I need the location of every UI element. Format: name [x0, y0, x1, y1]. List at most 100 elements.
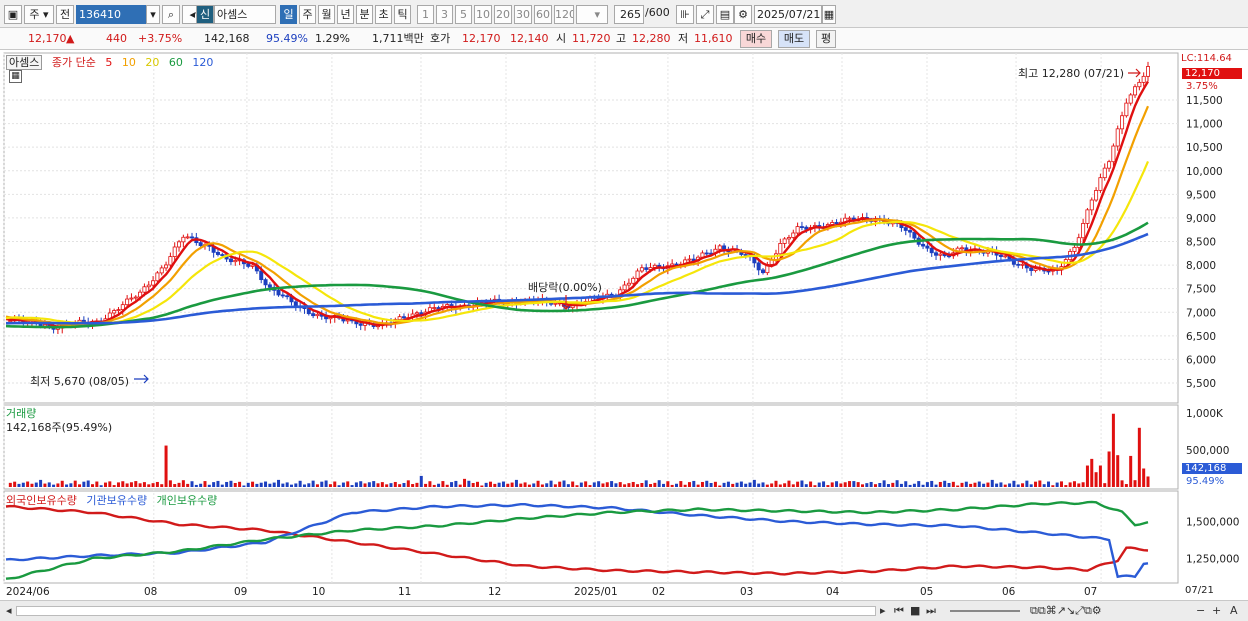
candle-body	[1003, 255, 1008, 258]
volume-bar	[726, 481, 730, 487]
sell-button[interactable]: 매도	[778, 30, 810, 48]
volume-bar	[281, 483, 285, 487]
volume-bar	[1107, 451, 1111, 487]
volume-bar	[17, 483, 21, 487]
zoom-out-icon[interactable]: −	[1196, 603, 1205, 619]
volume-bar	[770, 483, 774, 487]
volume-bar	[285, 482, 289, 487]
layout-icon[interactable]: ▣	[4, 5, 22, 24]
line-tool-icon[interactable]: ⤢	[696, 5, 714, 24]
ma60-label: 60	[168, 56, 183, 69]
scroll-right-icon[interactable]: ▸	[880, 603, 886, 619]
candle-body	[631, 277, 636, 284]
interval-30[interactable]: 30	[514, 5, 532, 24]
volume-bar	[739, 481, 743, 487]
open-label: 시	[556, 32, 567, 45]
date-input[interactable]: 2025/07/21	[754, 5, 822, 24]
volume-bar	[333, 481, 337, 487]
custom-interval-select[interactable]: ▾	[576, 5, 608, 24]
zoom-slider[interactable]	[950, 610, 1020, 612]
volume-bar	[501, 481, 505, 487]
candle-body	[414, 312, 419, 315]
stop-icon[interactable]: ■	[910, 603, 920, 619]
volume-bar	[787, 480, 791, 487]
period-month[interactable]: 월	[318, 5, 335, 24]
price-tick-label: 11,500	[1186, 95, 1223, 107]
volume-bar	[341, 482, 345, 487]
volume-bar	[696, 484, 700, 487]
candle-body	[644, 267, 649, 270]
candle-icon[interactable]: ⊪	[676, 5, 694, 24]
volume-bar	[277, 479, 281, 487]
period-year[interactable]: 년	[337, 5, 354, 24]
candle-body	[133, 296, 138, 299]
period-tick[interactable]: 틱	[394, 5, 411, 24]
save-icon[interactable]: ▤	[716, 5, 734, 24]
volume-bar	[389, 483, 393, 487]
volume-bar	[1124, 484, 1128, 487]
code-dropdown-icon[interactable]: ▾	[146, 5, 160, 24]
search-icon[interactable]: ⌕	[162, 5, 180, 24]
data-count-input[interactable]: 265	[614, 5, 644, 24]
zoom-in-icon[interactable]: +	[1212, 603, 1221, 619]
volume-bar	[597, 481, 601, 487]
settings-icon[interactable]: ⚙	[734, 5, 752, 24]
volume-bar	[757, 483, 761, 487]
volume-bar	[835, 481, 839, 487]
volume-bar	[761, 482, 765, 487]
period-minute[interactable]: 분	[356, 5, 373, 24]
volume-bar	[662, 483, 666, 487]
volume-bar	[986, 482, 990, 487]
stock-code-input[interactable]: 136410	[76, 5, 146, 24]
candle-body	[635, 270, 640, 279]
period-week[interactable]: 주	[299, 5, 316, 24]
period-day[interactable]: 일	[280, 5, 297, 24]
prev-prefix[interactable]: 전	[56, 5, 74, 24]
buy-button[interactable]: 매수	[740, 30, 772, 48]
chart-canvas[interactable]: 11,500 11,000 10,500 10,000 9,500 9,000 8,500 8…	[0, 51, 1248, 603]
stock-name-tag[interactable]: 아셈스	[6, 55, 43, 70]
font-size-icon[interactable]: A	[1230, 603, 1238, 619]
volume-bar	[134, 481, 138, 487]
interval-10[interactable]: 10	[474, 5, 492, 24]
volume-bar	[778, 484, 782, 487]
calendar-icon[interactable]: ▦	[822, 5, 836, 24]
volume-bar	[752, 479, 756, 487]
interval-3[interactable]: 3	[436, 5, 453, 24]
interval-5[interactable]: 5	[455, 5, 472, 24]
volume-bar	[78, 484, 82, 487]
volume-bar	[1133, 480, 1137, 487]
price-tick-label: 11,000	[1186, 119, 1223, 131]
candle-body	[1016, 263, 1021, 266]
chart-area[interactable]: 11,500 11,000 10,500 10,000 9,500 9,000 8,500 8…	[0, 51, 1248, 603]
tool-icons[interactable]: ⧉⧉⌘↗↘⤢⧉⚙	[1030, 603, 1102, 619]
stock-name-field[interactable]: 아셈스	[214, 5, 276, 24]
interval-120[interactable]: 120	[554, 5, 574, 24]
horizontal-scrollbar[interactable]	[16, 606, 876, 616]
interval-20[interactable]: 20	[494, 5, 512, 24]
candle-body	[155, 272, 160, 282]
volume-bar	[649, 484, 653, 487]
volume-bar	[938, 481, 942, 487]
candle-body	[1072, 246, 1077, 252]
table-icon[interactable]: ▦	[9, 70, 22, 83]
average-button[interactable]: 평	[816, 30, 836, 48]
candle-body	[791, 232, 796, 238]
rewind-icon[interactable]: ⏮	[894, 603, 904, 619]
price-tick-label: 9,000	[1186, 213, 1216, 225]
current-price-tag: 12,170	[1182, 68, 1242, 79]
scroll-left-icon[interactable]: ◂	[6, 603, 12, 619]
interval-1[interactable]: 1	[417, 5, 434, 24]
period-value: 주	[29, 8, 40, 21]
forward-icon[interactable]: ⏭	[926, 603, 936, 619]
volume-tick-label: 500,000	[1186, 445, 1229, 457]
up-arrow-icon: ▲	[66, 32, 75, 45]
period-second[interactable]: 초	[375, 5, 392, 24]
candle-body	[276, 289, 281, 296]
period-select[interactable]: 주 ▾	[24, 5, 54, 24]
volume-bar	[116, 482, 120, 487]
candle-body	[432, 307, 437, 309]
candle-body	[151, 280, 156, 286]
candle-body	[168, 256, 173, 266]
interval-60[interactable]: 60	[534, 5, 552, 24]
